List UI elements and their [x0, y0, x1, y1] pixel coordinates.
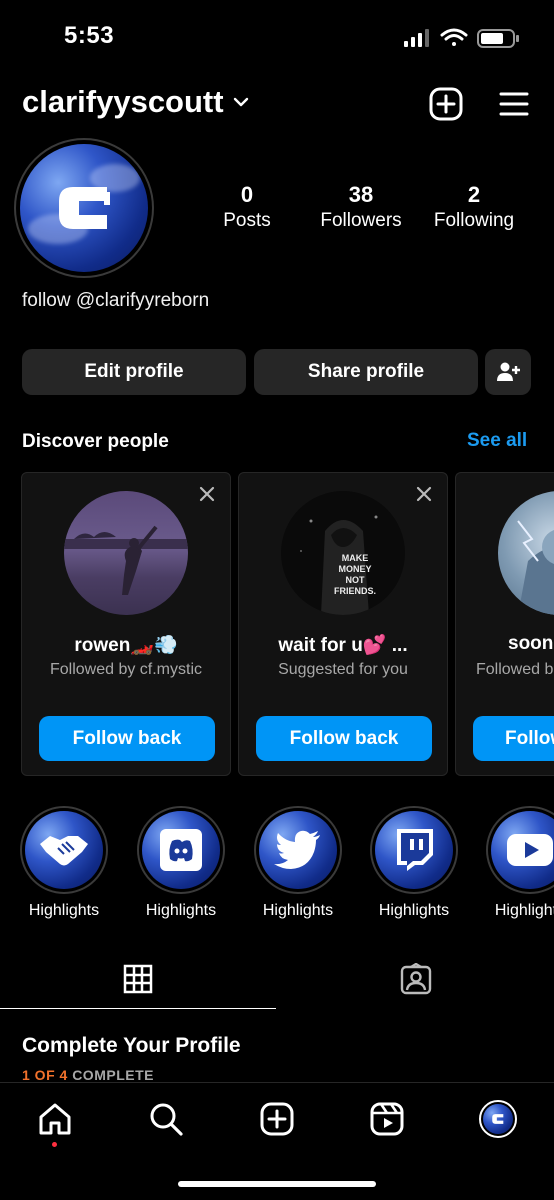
grid-icon: [123, 964, 153, 994]
username: clarifyyscoutt: [22, 84, 224, 119]
suggestion-card[interactable]: soon Followed b Follow: [455, 472, 554, 776]
suggestion-name: soon: [508, 633, 554, 654]
suggestion-avatar[interactable]: [498, 491, 554, 615]
highlight-label: Highlights: [262, 902, 334, 919]
status-time: 5:53: [64, 22, 115, 49]
photo-character: [517, 520, 554, 615]
follow-back-button[interactable]: Follow back: [256, 716, 432, 761]
nav-create[interactable]: [257, 1099, 297, 1139]
highlight-item[interactable]: Highlights: [14, 806, 114, 920]
highlight-label: Highlights: [378, 902, 450, 919]
highlight-ring: [370, 806, 458, 894]
progress-count: 1 OF 4: [22, 1067, 68, 1083]
twitter-icon: [274, 830, 320, 869]
highlight-ring: [137, 806, 225, 894]
highlight-item[interactable]: Highlights: [131, 806, 231, 920]
suggestion-avatar[interactable]: [64, 491, 188, 615]
username-switcher[interactable]: clarifyyscoutt: [22, 84, 250, 120]
nav-reels[interactable]: [367, 1099, 407, 1139]
close-icon[interactable]: [198, 485, 216, 503]
logo-c-icon: [59, 187, 110, 229]
suggestion-name: wait for u💕 ...: [278, 635, 408, 656]
reels-icon: [370, 1102, 404, 1136]
complete-profile-progress: 1 OF 4 COMPLETE: [22, 1067, 154, 1083]
share-profile-button[interactable]: Share profile: [254, 349, 478, 395]
highlight-item[interactable]: Highlights: [364, 806, 464, 920]
highlight-cover: [25, 811, 103, 889]
stat-label: Followers: [320, 210, 402, 231]
logo-c-icon: [492, 1114, 504, 1124]
profile-avatar-small: [479, 1100, 517, 1138]
stat-label: Posts: [223, 210, 271, 231]
stat-value: 2: [467, 182, 481, 207]
stat-value: 0: [240, 182, 254, 207]
tab-tagged[interactable]: [278, 950, 554, 1008]
chevron-down-icon: [233, 97, 248, 107]
highlight-ring: [20, 806, 108, 894]
suggestion-name: rowen🏎️💨: [74, 635, 178, 656]
suggestion-card[interactable]: rowen🏎️💨 Followed by cf.mystic Follow ba…: [21, 472, 231, 776]
stat-label: Following: [433, 210, 515, 231]
close-icon[interactable]: [415, 485, 433, 503]
bottom-nav: [0, 1082, 554, 1200]
highlight-label: Highlights: [28, 902, 100, 919]
signal-icon: [404, 29, 429, 47]
photo-silhouette: [64, 525, 188, 595]
bio: follow @clarifyyreborn: [22, 290, 210, 311]
wifi-icon: [440, 28, 468, 46]
suggestion-subtitle: Followed b: [476, 661, 554, 678]
stat-followers[interactable]: 38 Followers: [306, 182, 416, 234]
stat-value: 38: [348, 182, 374, 207]
home-icon: [39, 1103, 71, 1135]
avatar-image: [20, 144, 148, 272]
tagged-icon: [400, 963, 432, 995]
stat-following[interactable]: 2 Following: [420, 182, 528, 234]
suggestion-subtitle: Suggested for you: [278, 661, 408, 678]
highlight-label: Highlights: [145, 902, 217, 919]
highlight-cover: [491, 811, 554, 889]
home-indicator: [178, 1181, 376, 1187]
discord-icon: [160, 829, 202, 871]
suggestion-card[interactable]: MAKE MONEY NOT FRIENDS. wait for u💕 ... …: [238, 472, 448, 776]
handshake-icon: [40, 836, 88, 866]
twitch-icon: [397, 829, 433, 871]
progress-word: COMPLETE: [72, 1067, 154, 1083]
nav-profile[interactable]: [478, 1099, 518, 1139]
highlight-ring: [254, 806, 342, 894]
menu-icon[interactable]: [498, 88, 530, 120]
highlight-label: Highlights: [494, 902, 554, 919]
status-icons: [404, 28, 519, 48]
highlight-cover: [259, 811, 337, 889]
discover-people-title: Discover people: [22, 431, 169, 452]
highlight-cover: [375, 811, 453, 889]
see-all-link[interactable]: See all: [467, 430, 527, 452]
highlight-item[interactable]: Highlights: [248, 806, 348, 920]
add-person-icon: [497, 362, 520, 381]
new-post-icon[interactable]: [428, 86, 464, 122]
profile-avatar[interactable]: [14, 138, 154, 278]
search-icon: [150, 1103, 183, 1136]
youtube-icon: [507, 834, 553, 866]
highlight-ring: [486, 806, 554, 894]
battery-icon: [477, 29, 519, 48]
suggestion-subtitle: Followed by cf.mystic: [49, 661, 203, 678]
hoodie-text: MAKE MONEY NOT FRIENDS.: [333, 553, 376, 596]
notification-dot: [52, 1142, 57, 1147]
create-icon: [260, 1102, 294, 1136]
nav-search[interactable]: [146, 1099, 186, 1139]
follow-button[interactable]: Follow: [473, 716, 554, 761]
suggestion-avatar[interactable]: MAKE MONEY NOT FRIENDS.: [281, 491, 405, 615]
nav-home[interactable]: [35, 1099, 75, 1139]
stat-posts[interactable]: 0 Posts: [208, 182, 286, 234]
tab-posts-grid[interactable]: [0, 950, 276, 1009]
follow-back-button[interactable]: Follow back: [39, 716, 215, 761]
highlight-cover: [142, 811, 220, 889]
discover-people-button[interactable]: [485, 349, 531, 395]
avatar-image-small: [483, 1104, 513, 1134]
edit-profile-button[interactable]: Edit profile: [22, 349, 246, 395]
complete-profile-title: Complete Your Profile: [22, 1034, 241, 1057]
highlight-item[interactable]: Highlights: [480, 806, 554, 920]
